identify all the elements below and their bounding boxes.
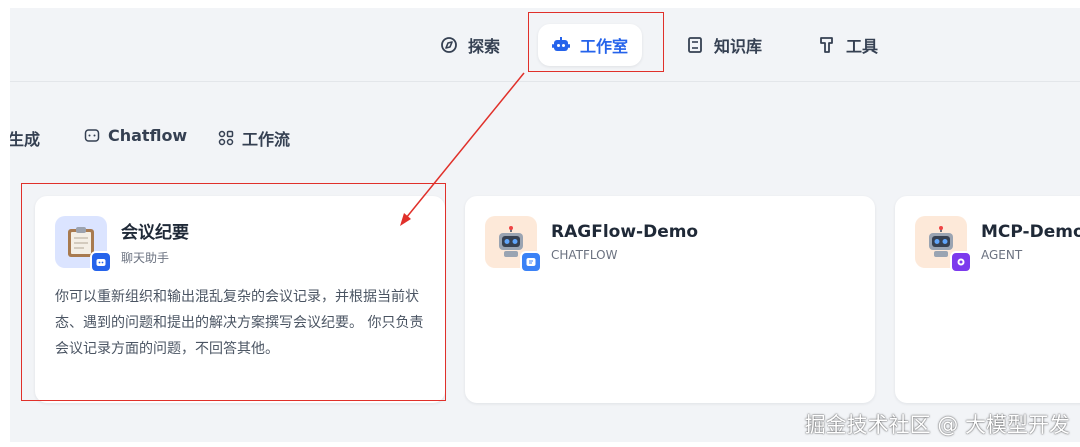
- watermark: 掘金技术社区 @ 大模型开发: [804, 413, 1070, 437]
- annotation-arrow: [400, 72, 525, 226]
